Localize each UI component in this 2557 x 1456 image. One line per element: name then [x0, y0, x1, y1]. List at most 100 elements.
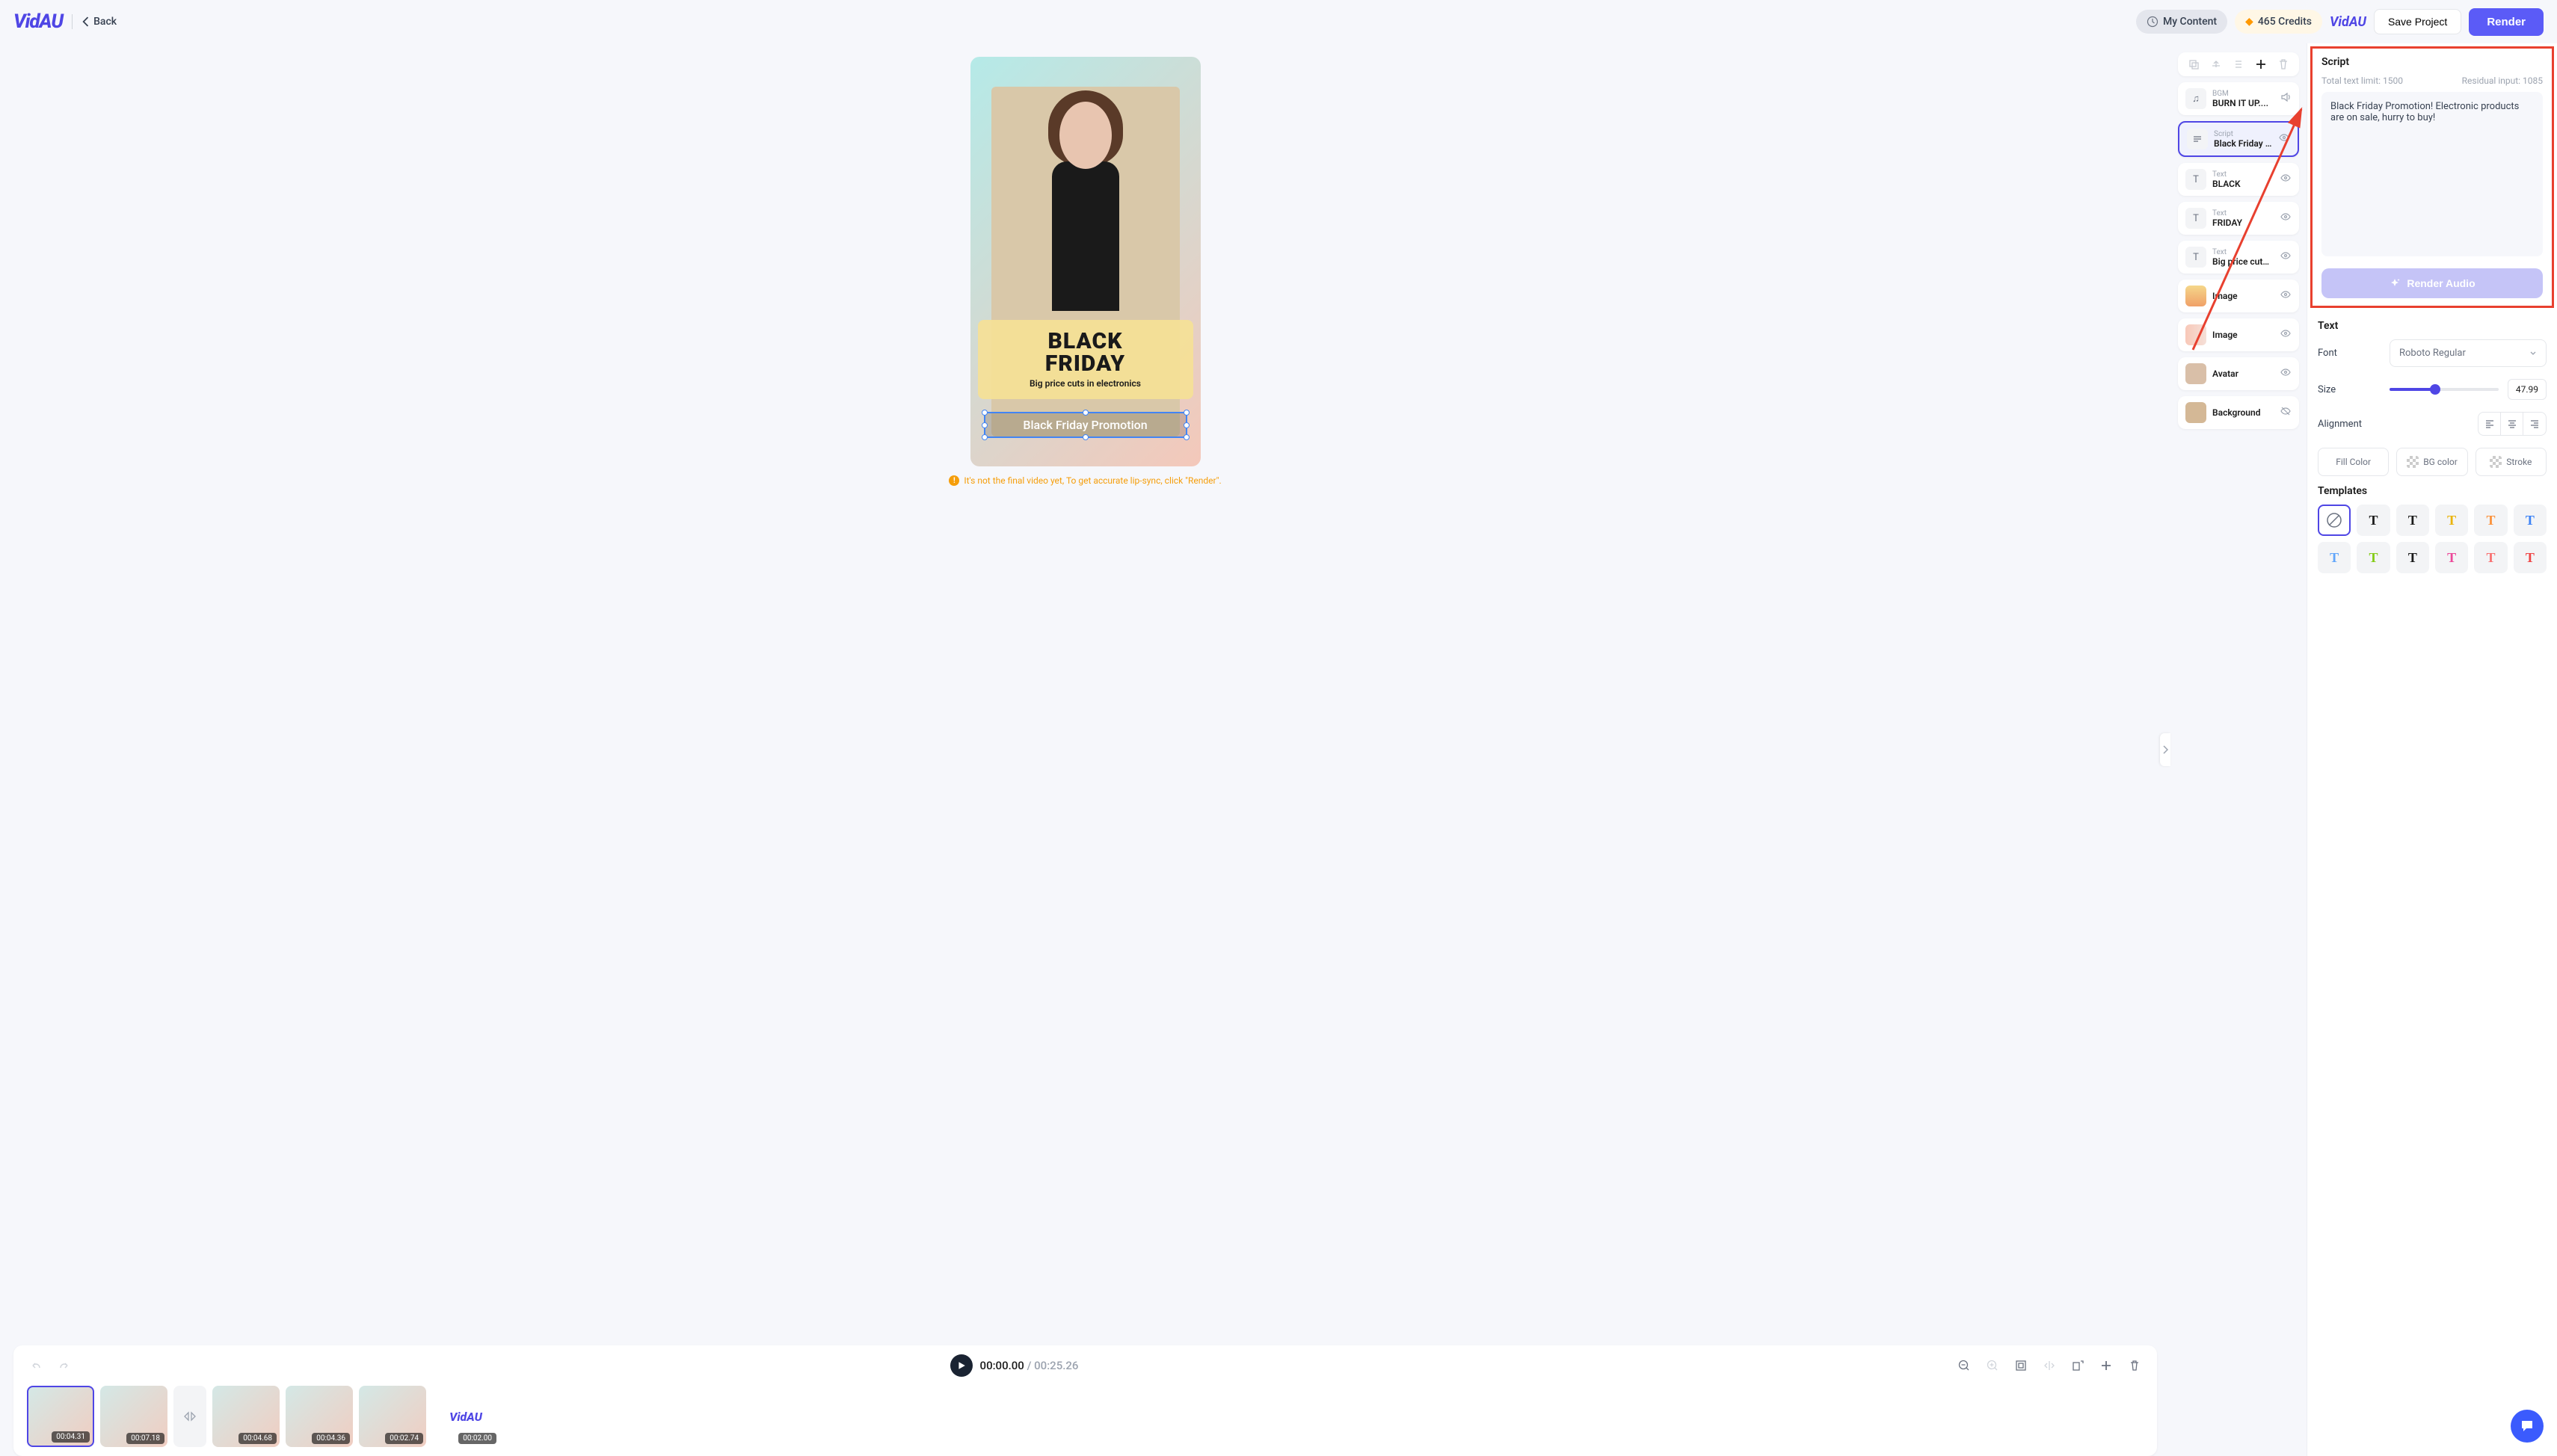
- add-layer-button[interactable]: [2252, 55, 2270, 73]
- templates-title: Templates: [2318, 485, 2547, 497]
- eye-icon[interactable]: [2280, 250, 2292, 265]
- script-textarea[interactable]: [2321, 92, 2543, 256]
- undo-button[interactable]: [27, 1357, 45, 1375]
- checker-icon: [2490, 456, 2502, 468]
- align-right-button[interactable]: [2523, 413, 2546, 435]
- crop-button[interactable]: [2012, 1357, 2030, 1375]
- resize-handle[interactable]: [1184, 434, 1190, 440]
- clip-5[interactable]: 00:02.74: [359, 1386, 426, 1447]
- layer-text-friday[interactable]: T TextFRIDAY: [2178, 202, 2299, 235]
- bring-forward-button[interactable]: [2207, 55, 2225, 73]
- panel-collapse-handle[interactable]: [2160, 733, 2170, 766]
- zoom-out-button[interactable]: [1955, 1357, 1973, 1375]
- template-7[interactable]: T: [2318, 542, 2351, 573]
- layer-bgm[interactable]: ♫ BGMBURN IT UP....: [2178, 82, 2299, 115]
- image-thumb-icon: [2185, 286, 2206, 306]
- resize-handle[interactable]: [1184, 410, 1190, 416]
- template-4[interactable]: T: [2435, 505, 2468, 536]
- delete-clip-button[interactable]: [2126, 1357, 2144, 1375]
- template-2[interactable]: T: [2357, 505, 2390, 536]
- clip-3[interactable]: 00:04.68: [212, 1386, 280, 1447]
- eye-icon[interactable]: [2280, 327, 2292, 342]
- my-content-button[interactable]: My Content: [2136, 10, 2227, 34]
- layer-script[interactable]: ScriptBlack Friday …: [2178, 121, 2299, 157]
- resize-handle[interactable]: [982, 410, 988, 416]
- video-preview[interactable]: BLACK FRIDAY Big price cuts in electroni…: [970, 57, 1201, 466]
- clips-row: 00:04.31 00:07.18 00:04.68 00:04.36 00:0…: [27, 1386, 2144, 1447]
- text-overlay: BLACK FRIDAY Big price cuts in electroni…: [978, 320, 1193, 399]
- selected-text-element[interactable]: Black Friday Promotion: [984, 412, 1187, 438]
- resize-handle[interactable]: [982, 434, 988, 440]
- music-icon: ♫: [2185, 88, 2206, 109]
- clip-6[interactable]: VidAU00:02.00: [432, 1386, 499, 1447]
- align-center-button[interactable]: [2501, 413, 2523, 435]
- layer-image-2[interactable]: Image: [2178, 318, 2299, 351]
- template-3[interactable]: T: [2396, 505, 2429, 536]
- credits-button[interactable]: ◆ 465 Credits: [2235, 10, 2322, 34]
- slider-thumb[interactable]: [2430, 384, 2440, 395]
- size-value[interactable]: 47.99: [2508, 379, 2547, 400]
- render-button[interactable]: Render: [2469, 8, 2544, 36]
- logo[interactable]: VidAU: [13, 10, 63, 33]
- font-select[interactable]: Roboto Regular: [2390, 339, 2547, 367]
- template-5[interactable]: T: [2474, 505, 2507, 536]
- template-11[interactable]: T: [2474, 542, 2507, 573]
- bg-color-button[interactable]: BG color: [2396, 448, 2467, 476]
- template-8[interactable]: T: [2357, 542, 2390, 573]
- eye-icon[interactable]: [2280, 172, 2292, 187]
- eye-off-icon[interactable]: [2280, 405, 2292, 420]
- template-12[interactable]: T: [2514, 542, 2547, 573]
- delete-layer-button[interactable]: [2274, 55, 2292, 73]
- layer-avatar[interactable]: Avatar: [2178, 357, 2299, 390]
- transition-button[interactable]: [173, 1386, 206, 1447]
- layer-image-1[interactable]: Image: [2178, 280, 2299, 312]
- template-9[interactable]: T: [2396, 542, 2429, 573]
- intercom-button[interactable]: [2511, 1410, 2544, 1443]
- back-label: Back: [93, 16, 117, 28]
- layer-text-black[interactable]: T TextBLACK: [2178, 163, 2299, 196]
- resize-handle[interactable]: [1083, 434, 1089, 440]
- resize-handle[interactable]: [1184, 422, 1190, 428]
- clip-2[interactable]: 00:07.18: [100, 1386, 167, 1447]
- chevron-down-icon: [2529, 350, 2537, 357]
- overlay-subtitle: Big price cuts in electronics: [985, 378, 1186, 389]
- split-button[interactable]: [2040, 1357, 2058, 1375]
- chat-icon: [2519, 1418, 2535, 1434]
- size-slider[interactable]: [2390, 388, 2499, 391]
- speaker-icon[interactable]: [2280, 91, 2292, 106]
- redo-button[interactable]: [55, 1357, 73, 1375]
- template-grid: T T T T T T T T T T T: [2318, 505, 2547, 573]
- layers-panel: ♫ BGMBURN IT UP.... ScriptBlack Friday ……: [2170, 43, 2307, 1456]
- header-left: VidAU Back: [13, 10, 117, 33]
- header-right: My Content ◆ 465 Credits VidAU Save Proj…: [2136, 8, 2544, 36]
- stroke-color-button[interactable]: Stroke: [2476, 448, 2547, 476]
- eye-icon[interactable]: [2280, 211, 2292, 226]
- ratio-button[interactable]: [2069, 1357, 2087, 1375]
- zoom-in-button[interactable]: [1984, 1357, 2001, 1375]
- copy-layer-button[interactable]: [2185, 55, 2203, 73]
- main: BLACK FRIDAY Big price cuts in electroni…: [0, 43, 2557, 1456]
- eye-icon[interactable]: [2280, 289, 2292, 303]
- clip-1[interactable]: 00:04.31: [27, 1386, 94, 1447]
- clip-4[interactable]: 00:04.36: [286, 1386, 353, 1447]
- play-button[interactable]: [950, 1354, 973, 1377]
- render-audio-button[interactable]: Render Audio: [2321, 268, 2543, 298]
- fill-color-button[interactable]: Fill Color: [2318, 448, 2389, 476]
- template-10[interactable]: T: [2435, 542, 2468, 573]
- eye-icon[interactable]: [2280, 366, 2292, 381]
- add-clip-button[interactable]: [2097, 1357, 2115, 1375]
- send-backward-button[interactable]: [2230, 55, 2247, 73]
- header: VidAU Back My Content ◆ 465 Credits VidA…: [0, 0, 2557, 43]
- layer-background[interactable]: Background: [2178, 396, 2299, 429]
- align-left-button[interactable]: [2478, 413, 2501, 435]
- template-none[interactable]: [2318, 505, 2351, 536]
- save-project-button[interactable]: Save Project: [2374, 9, 2461, 34]
- back-button[interactable]: Back: [81, 16, 117, 28]
- layer-text-tagline[interactable]: T TextBig price cuts…: [2178, 241, 2299, 274]
- script-section: Script Total text limit: 1500 Residual i…: [2310, 46, 2554, 308]
- vidau-badge[interactable]: VidAU: [2330, 14, 2366, 30]
- eye-icon[interactable]: [2278, 132, 2290, 146]
- template-6[interactable]: T: [2514, 505, 2547, 536]
- resize-handle[interactable]: [1083, 410, 1089, 416]
- resize-handle[interactable]: [982, 422, 988, 428]
